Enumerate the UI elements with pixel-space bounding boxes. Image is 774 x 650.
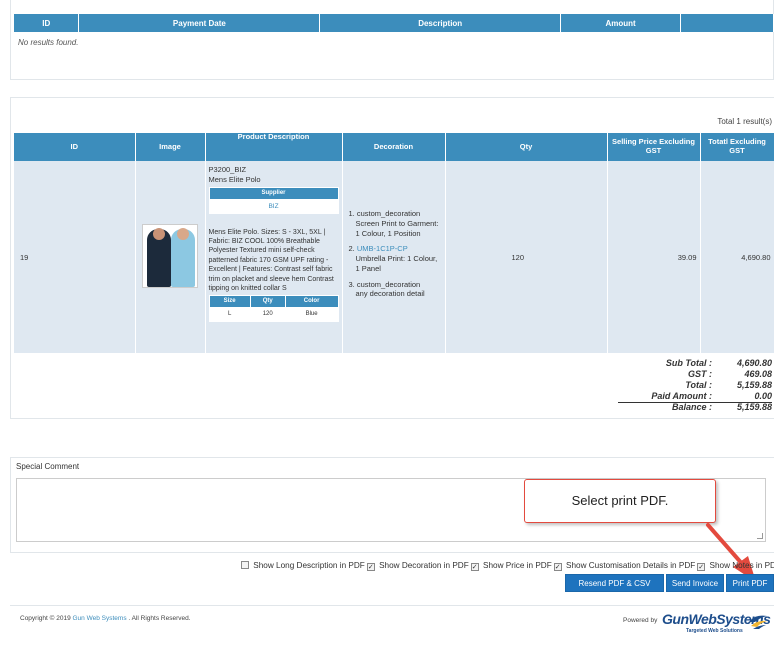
footer-divider — [10, 605, 774, 606]
decoration-number: 2. — [348, 244, 355, 254]
decoration-number: 1. — [348, 209, 355, 218]
decoration-name: custom_decoration — [356, 279, 421, 289]
subtotal-label: Sub Total : — [665, 358, 712, 368]
decoration-number: 3. — [348, 279, 355, 289]
decoration-item: 3. custom_decoration any decoration deta… — [349, 280, 441, 300]
paid-value: 0.00 — [754, 391, 772, 401]
copyright-prefix: Copyright © 2019 — [20, 615, 71, 622]
gst-row: GST : 469.08 — [592, 369, 772, 380]
decoration-option-label: Show Decoration in PDF — [379, 561, 469, 570]
table-row: 19 P3200_BIZ Mens Elite Polo Supplier BI… — [14, 161, 774, 353]
customisation-option-label: Show Customisation Details in PDF — [566, 561, 696, 570]
payments-panel — [10, 0, 774, 80]
total-value: 5,159.88 — [736, 380, 772, 390]
row-selling-price: 39.09 — [607, 161, 701, 353]
size-col-qty: Qty — [249, 294, 286, 308]
customisation-checkbox[interactable]: ✓ — [697, 563, 706, 571]
gst-value: 469.08 — [744, 369, 772, 379]
row-qty: 120 — [445, 161, 608, 353]
size-col-size: Size — [208, 294, 251, 308]
decoration-list: 1. custom_decoration Screen Print to Gar… — [349, 209, 441, 299]
col-product-description[interactable]: Product Description — [205, 132, 343, 161]
comment-label: Special Comment — [16, 462, 80, 471]
decoration-checkbox[interactable]: ✓ — [366, 563, 375, 571]
decoration-item: 1. custom_decoration Screen Print to Gar… — [349, 209, 441, 238]
gst-label: GST : — [688, 369, 712, 379]
paid-row: Paid Amount : 0.00 — [592, 391, 772, 402]
supplier-header: Supplier — [208, 186, 339, 200]
decoration-item: 2. UMB-1C1P-CP Umbrella Print: 1 Colour,… — [349, 244, 441, 273]
decoration-detail: any decoration detail — [355, 289, 425, 299]
decoration-detail: Umbrella Print: 1 Colour, 1 Panel — [355, 254, 438, 273]
row-description-cell: P3200_BIZ Mens Elite Polo Supplier BIZ M… — [205, 161, 343, 353]
row-total: 4,690.80 — [700, 161, 774, 353]
col-qty[interactable]: Qty — [445, 133, 608, 161]
notes-option-label: Show Notes in PDF — [709, 561, 774, 570]
row-decoration-cell: 1. custom_decoration Screen Print to Gar… — [342, 161, 446, 353]
total-label: Total : — [685, 380, 712, 390]
product-name: Mens Elite Polo — [208, 174, 261, 184]
print-pdf-button[interactable]: Print PDF — [726, 574, 774, 592]
product-long-description: Mens Elite Polo. Sizes: S - 3XL, 5XL | F… — [208, 228, 334, 293]
paid-label: Paid Amount : — [651, 391, 712, 401]
balance-label: Balance : — [671, 402, 712, 412]
decoration-name: custom_decoration — [356, 209, 421, 218]
product-code: P3200_BIZ — [208, 165, 247, 174]
payments-col-description[interactable]: Description — [319, 14, 562, 32]
payments-col-actions — [680, 14, 774, 32]
decoration-detail: Screen Print to Garment: 1 Colour, 1 Pos… — [355, 218, 439, 238]
supplier-table: Supplier BIZ — [208, 186, 339, 214]
supplier-value: BIZ — [208, 198, 339, 214]
size-color-value: Blue — [284, 306, 339, 322]
copyright-text: Copyright © 2019 Gun Web Systems . All R… — [20, 615, 191, 622]
balance-value: 5,159.88 — [736, 402, 772, 412]
payments-empty-text: No results found. — [18, 38, 79, 47]
price-option-label: Show Price in PDF — [483, 561, 552, 570]
price-checkbox[interactable]: ✓ — [470, 563, 479, 571]
col-id[interactable]: ID — [14, 133, 136, 161]
powered-by-text: Powered by — [623, 617, 658, 624]
col-decoration[interactable]: Decoration — [342, 133, 446, 161]
brand-logo-icon — [749, 615, 767, 629]
row-image-cell — [135, 161, 206, 353]
resend-pdf-csv-button[interactable]: Resend PDF & CSV — [565, 574, 664, 592]
total-row: Total : 5,159.88 — [592, 380, 772, 391]
long-description-option-label: Show Long Description in PDF — [253, 561, 365, 570]
resize-grip-icon[interactable] — [757, 533, 763, 539]
copyright-suffix: . All Rights Reserved. — [128, 615, 191, 622]
col-selling-price[interactable]: Selling Price Excluding GST — [607, 133, 701, 161]
payments-col-date[interactable]: Payment Date — [78, 14, 321, 32]
payments-table: ID Payment Date Description Amount — [14, 14, 774, 32]
total-results: Total 1 result(s) — [717, 117, 772, 126]
product-image-model — [171, 228, 195, 287]
send-invoice-button[interactable]: Send Invoice — [666, 574, 724, 592]
brand-tagline: Targeted Web Solutions — [686, 628, 743, 634]
decoration-link[interactable]: UMB-1C1P-CP — [357, 244, 408, 253]
col-image[interactable]: Image — [135, 133, 206, 161]
balance-row: Balance : 5,159.88 — [592, 402, 772, 413]
size-value: L — [208, 306, 251, 322]
totals-divider — [618, 402, 772, 403]
size-qty-value: 120 — [249, 306, 286, 322]
payments-col-amount[interactable]: Amount — [560, 14, 682, 32]
col-total[interactable]: Totatl Excluding GST — [700, 133, 774, 161]
product-image-model — [147, 228, 171, 287]
product-image[interactable] — [142, 224, 198, 288]
price-checkbox-checked[interactable]: ✓ — [553, 563, 562, 571]
size-col-color: Color — [284, 294, 339, 308]
size-table: Size Qty Color L 120 Blue — [208, 294, 339, 322]
company-link[interactable]: Gun Web Systems — [73, 615, 127, 622]
subtotal-row: Sub Total : 4,690.80 — [592, 358, 772, 369]
row-id: 19 — [14, 161, 136, 353]
pdf-options-row: Show Long Description in PDF ✓ Show Decor… — [239, 561, 774, 571]
callout-annotation: Select print PDF. — [524, 479, 716, 523]
payments-col-id[interactable]: ID — [14, 14, 80, 32]
long-description-checkbox[interactable] — [241, 561, 249, 569]
subtotal-value: 4,690.80 — [736, 358, 772, 368]
totals-summary: Sub Total : 4,690.80 GST : 469.08 Total : 5… — [592, 358, 772, 413]
products-table: ID Image Product Description Decoration … — [14, 132, 774, 353]
